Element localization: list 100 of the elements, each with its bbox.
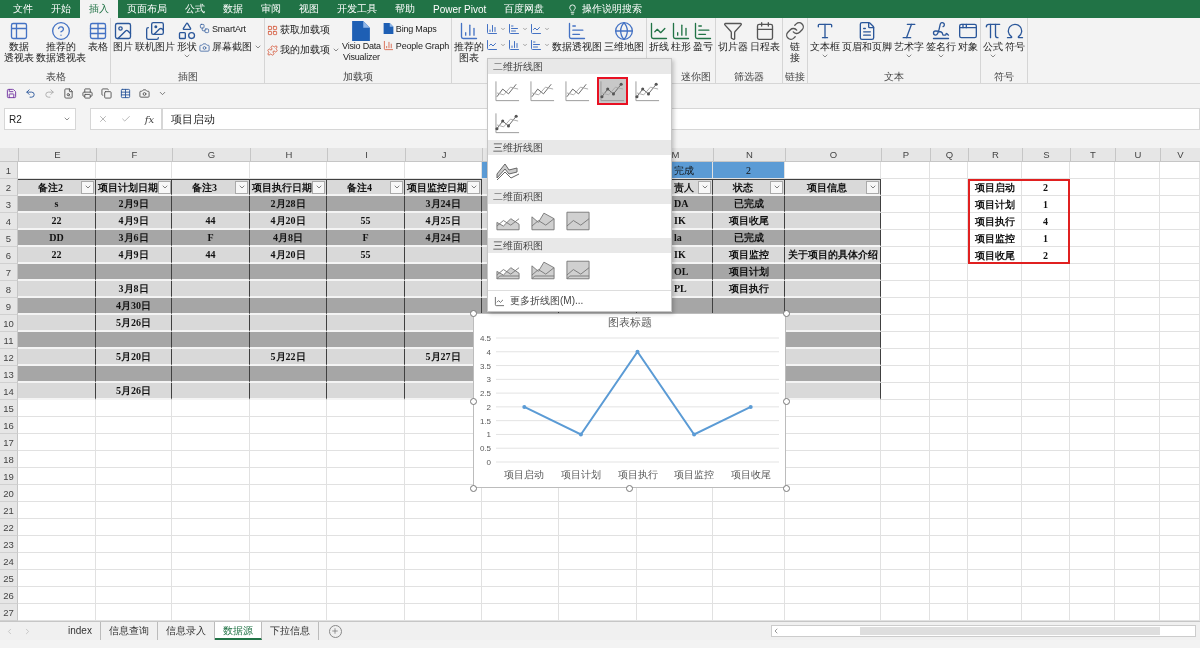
row-number[interactable]: 16 bbox=[0, 417, 18, 434]
ribbon-button[interactable]: 符号 bbox=[1005, 21, 1025, 70]
column-header[interactable]: Q bbox=[931, 148, 969, 161]
row-number[interactable]: 7 bbox=[0, 264, 18, 281]
row-number[interactable]: 27 bbox=[0, 604, 18, 621]
row-number[interactable]: 10 bbox=[0, 315, 18, 332]
row-number[interactable]: 13 bbox=[0, 366, 18, 383]
search-label[interactable]: 操作说明搜索 bbox=[582, 2, 643, 16]
row-number[interactable]: 22 bbox=[0, 519, 18, 536]
axis-label: 2.5 bbox=[479, 389, 491, 399]
column-header[interactable]: V bbox=[1161, 148, 1200, 161]
row-number[interactable]: 25 bbox=[0, 570, 18, 587]
sheet-tab[interactable]: 数据源 bbox=[214, 622, 262, 640]
row-number[interactable]: 9 bbox=[0, 298, 18, 315]
column-header[interactable]: P bbox=[882, 148, 931, 161]
ribbon-button[interactable]: 形状 bbox=[177, 21, 197, 70]
table-cell: s bbox=[18, 196, 96, 213]
table-cell: 已完成 bbox=[713, 196, 785, 213]
column-title: 项目计划日期 bbox=[98, 180, 158, 195]
row-number[interactable]: 2 bbox=[0, 179, 18, 196]
ribbon-button[interactable]: 表格 bbox=[88, 21, 108, 70]
table-cell: 项目计划 bbox=[713, 264, 785, 281]
menu-tab[interactable]: 审阅 bbox=[252, 0, 290, 18]
ribbon-button[interactable]: 推荐的 数据透视表 bbox=[36, 21, 86, 70]
ribbon-button[interactable]: 链 接 bbox=[785, 21, 805, 70]
ribbon-button[interactable]: 我的加载项 bbox=[267, 43, 340, 57]
row-number[interactable]: 5 bbox=[0, 230, 18, 247]
ribbon-button[interactable]: 公式 bbox=[983, 21, 1003, 70]
ribbon-button[interactable]: 盈亏 bbox=[693, 21, 713, 70]
column-header[interactable]: G bbox=[173, 148, 251, 161]
column-header[interactable]: N bbox=[714, 148, 786, 161]
menu-tab[interactable]: Power Pivot bbox=[424, 0, 496, 18]
ribbon-button[interactable]: People Graph bbox=[382, 40, 449, 51]
column-header[interactable]: I bbox=[328, 148, 406, 161]
menu-tab[interactable]: 开发工具 bbox=[328, 0, 386, 18]
ribbon-button[interactable]: 文本框 bbox=[810, 21, 840, 70]
ribbon-button[interactable]: 柱形 bbox=[671, 21, 691, 70]
column-header[interactable]: R bbox=[969, 148, 1023, 161]
row-number[interactable]: 19 bbox=[0, 468, 18, 485]
row-number[interactable]: 12 bbox=[0, 349, 18, 366]
name-box[interactable]: R2 bbox=[4, 108, 76, 130]
menu-tab[interactable]: 数据 bbox=[214, 0, 252, 18]
row-number[interactable]: 14 bbox=[0, 383, 18, 400]
row-number[interactable]: 24 bbox=[0, 553, 18, 570]
ribbon-button[interactable]: 日程表 bbox=[750, 21, 780, 70]
menu-section-header: 三维折线图 bbox=[488, 140, 671, 155]
row-number[interactable]: 11 bbox=[0, 332, 18, 349]
column-header[interactable]: O bbox=[786, 148, 882, 161]
ribbon-button[interactable]: Visio Data Visualizer bbox=[342, 21, 381, 70]
ribbon-button[interactable]: 屏幕截图 bbox=[199, 40, 262, 54]
row-number[interactable]: 18 bbox=[0, 451, 18, 468]
column-title: 项目信息 bbox=[805, 180, 848, 195]
ribbon-button[interactable]: Bing Maps bbox=[382, 23, 449, 34]
ribbon-button[interactable]: 页眉和页脚 bbox=[842, 21, 892, 70]
column-header[interactable]: T bbox=[1071, 148, 1116, 161]
row-number[interactable]: 4 bbox=[0, 213, 18, 230]
menu-tab[interactable]: 文件 bbox=[4, 0, 42, 18]
ribbon-button[interactable]: 对象 bbox=[958, 21, 978, 70]
menu-tab[interactable]: 开始 bbox=[42, 0, 80, 18]
row-number[interactable]: 23 bbox=[0, 536, 18, 553]
axis-label: 项目收尾 bbox=[730, 469, 771, 480]
table-cell: 项目监控 bbox=[713, 247, 785, 264]
column-header[interactable]: S bbox=[1023, 148, 1071, 161]
column-header[interactable]: J bbox=[406, 148, 483, 161]
ribbon-button[interactable]: 签名行 bbox=[926, 21, 956, 70]
menu-tab[interactable]: 百度网盘 bbox=[495, 0, 554, 18]
menu-tab[interactable]: 视图 bbox=[290, 0, 328, 18]
menu-tab[interactable]: 页面布局 bbox=[118, 0, 176, 18]
column-header[interactable]: F bbox=[97, 148, 173, 161]
row-number[interactable]: 21 bbox=[0, 502, 18, 519]
ribbon-button[interactable]: 图片 bbox=[113, 21, 133, 70]
ribbon-button[interactable]: 切片器 bbox=[718, 21, 748, 70]
row-number[interactable]: 6 bbox=[0, 247, 18, 264]
row-number[interactable]: 26 bbox=[0, 587, 18, 604]
line-chart[interactable]: 图表标题 0 0.5 1 1.5 2 2.5 3 3.5 4 4.5 项目启动 项目计划 项目执行 项目监控 项目收尾 bbox=[473, 313, 786, 488]
menu-tab[interactable]: 公式 bbox=[176, 0, 214, 18]
column-header[interactable]: H bbox=[251, 148, 328, 161]
row-number[interactable]: 3 bbox=[0, 196, 18, 213]
axis-label: 项目启动 bbox=[504, 469, 545, 480]
column-header[interactable]: E bbox=[19, 148, 97, 161]
function-button[interactable]: fx bbox=[144, 113, 155, 125]
table-cell: 项目计划 bbox=[968, 196, 1022, 213]
ribbon-button[interactable]: 艺术字 bbox=[894, 21, 924, 70]
row-number[interactable]: 17 bbox=[0, 434, 18, 451]
row-number[interactable]: 20 bbox=[0, 485, 18, 502]
ribbon-button[interactable]: 推荐的 图表 bbox=[454, 21, 484, 70]
row-number[interactable]: 15 bbox=[0, 400, 18, 417]
menu-tab[interactable]: 帮助 bbox=[386, 0, 424, 18]
table-cell: 4月25日 bbox=[405, 213, 482, 230]
ribbon-button[interactable]: 数据 透视表 bbox=[4, 21, 34, 70]
ribbon-button[interactable]: 获取加载项 bbox=[267, 23, 340, 37]
ribbon-button[interactable]: 联机图片 bbox=[135, 21, 175, 70]
ribbon-button[interactable]: SmartArt bbox=[199, 23, 262, 34]
more-charts-link[interactable]: 更多折线图(M)... bbox=[488, 290, 671, 311]
menu-tab[interactable]: 插入 bbox=[80, 0, 118, 18]
row-number[interactable]: 8 bbox=[0, 281, 18, 298]
column-header[interactable]: U bbox=[1116, 148, 1161, 161]
table-cell: 44 bbox=[172, 213, 250, 230]
menu-section-header: 三维面积图 bbox=[488, 238, 671, 253]
row-number[interactable]: 1 bbox=[0, 162, 18, 179]
